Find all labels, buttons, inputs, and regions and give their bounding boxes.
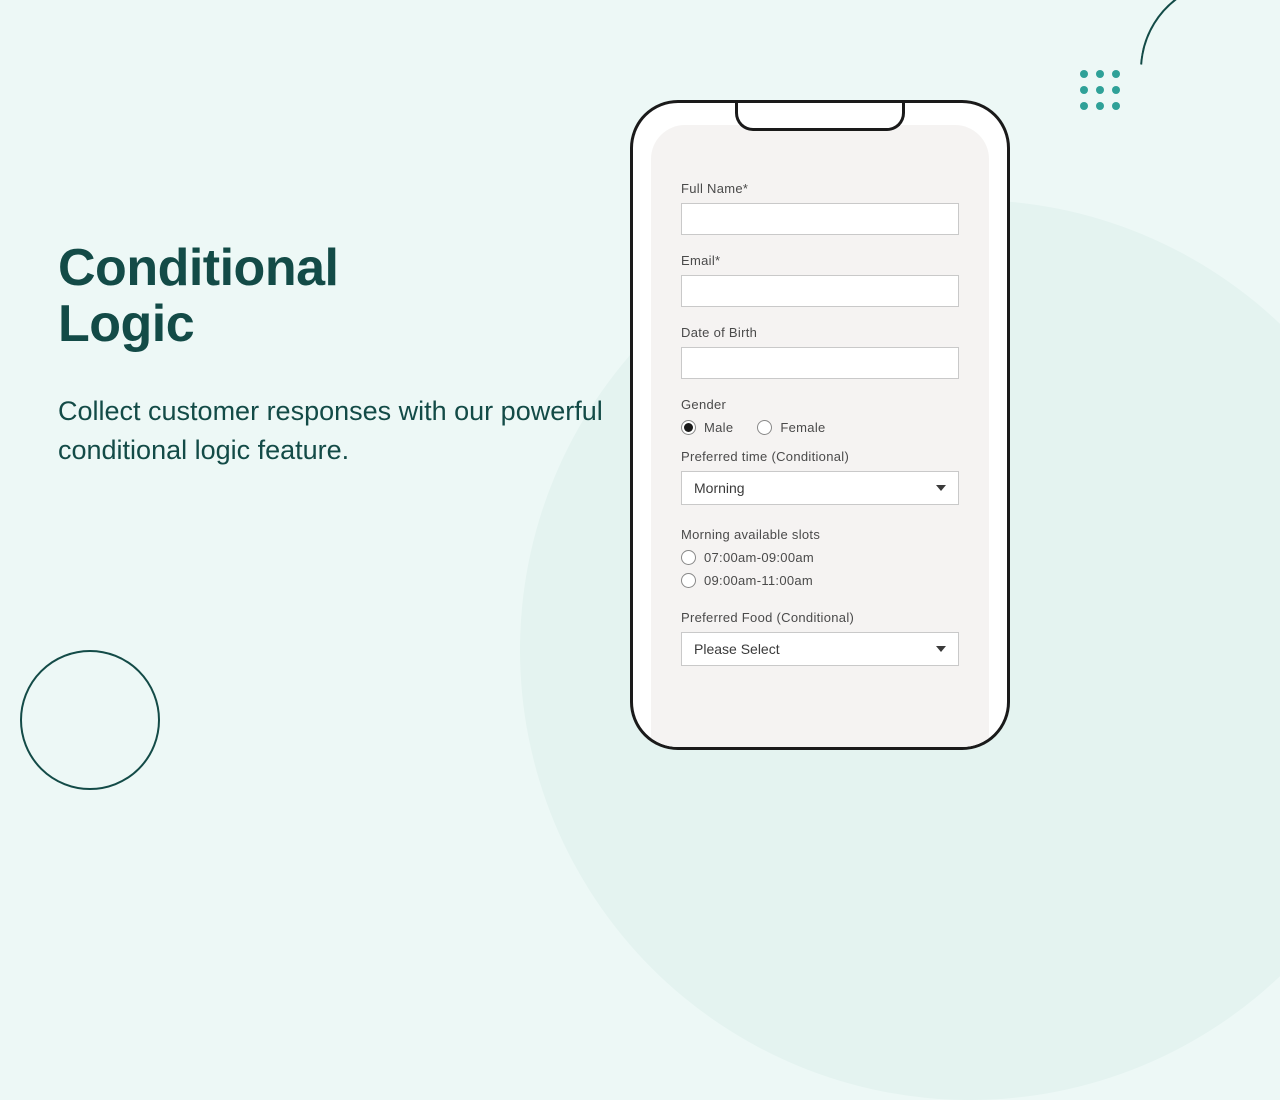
email-input[interactable]	[681, 275, 959, 307]
full-name-input[interactable]	[681, 203, 959, 235]
page-subtitle: Collect customer responses with our powe…	[58, 392, 618, 470]
preferred-food-label: Preferred Food (Conditional)	[681, 610, 959, 625]
gender-option-female[interactable]: Female	[757, 420, 825, 435]
decorative-arc-top	[1126, 0, 1280, 174]
radio-icon	[681, 573, 696, 588]
field-preferred-time: Preferred time (Conditional) Morning	[681, 449, 959, 505]
slot-1-label: 07:00am-09:00am	[704, 550, 814, 565]
slot-2-label: 09:00am-11:00am	[704, 573, 813, 588]
decorative-dots	[1080, 70, 1120, 110]
field-full-name: Full Name*	[681, 181, 959, 235]
field-gender: Gender Male Female	[681, 397, 959, 435]
field-dob: Date of Birth	[681, 325, 959, 379]
title-line-1: Conditional	[58, 239, 338, 297]
field-email: Email*	[681, 253, 959, 307]
field-preferred-food: Preferred Food (Conditional) Please Sele…	[681, 610, 959, 666]
email-label: Email*	[681, 253, 959, 268]
preferred-time-select[interactable]: Morning	[681, 471, 959, 505]
radio-icon	[681, 420, 696, 435]
full-name-label: Full Name*	[681, 181, 959, 196]
gender-option-male[interactable]: Male	[681, 420, 733, 435]
chevron-down-icon	[936, 485, 946, 491]
phone-mockup: Full Name* Email* Date of Birth Gender M…	[630, 100, 1010, 750]
title-line-2: Logic	[58, 295, 194, 353]
gender-label: Gender	[681, 397, 959, 412]
preferred-food-value: Please Select	[694, 641, 780, 657]
chevron-down-icon	[936, 646, 946, 652]
gender-male-label: Male	[704, 420, 733, 435]
dob-label: Date of Birth	[681, 325, 959, 340]
phone-notch	[735, 103, 905, 131]
preferred-time-label: Preferred time (Conditional)	[681, 449, 959, 464]
decorative-arc-bottom	[20, 650, 160, 790]
slot-option-1[interactable]: 07:00am-09:00am	[681, 550, 959, 565]
field-morning-slots: Morning available slots 07:00am-09:00am …	[681, 527, 959, 588]
dob-input[interactable]	[681, 347, 959, 379]
radio-icon	[757, 420, 772, 435]
morning-slots-label: Morning available slots	[681, 527, 959, 542]
preferred-food-select[interactable]: Please Select	[681, 632, 959, 666]
phone-screen: Full Name* Email* Date of Birth Gender M…	[651, 125, 989, 747]
page-title: Conditional Logic	[58, 240, 618, 352]
hero-text: Conditional Logic Collect customer respo…	[58, 240, 618, 471]
slot-option-2[interactable]: 09:00am-11:00am	[681, 573, 959, 588]
radio-icon	[681, 550, 696, 565]
gender-female-label: Female	[780, 420, 825, 435]
preferred-time-value: Morning	[694, 480, 745, 496]
